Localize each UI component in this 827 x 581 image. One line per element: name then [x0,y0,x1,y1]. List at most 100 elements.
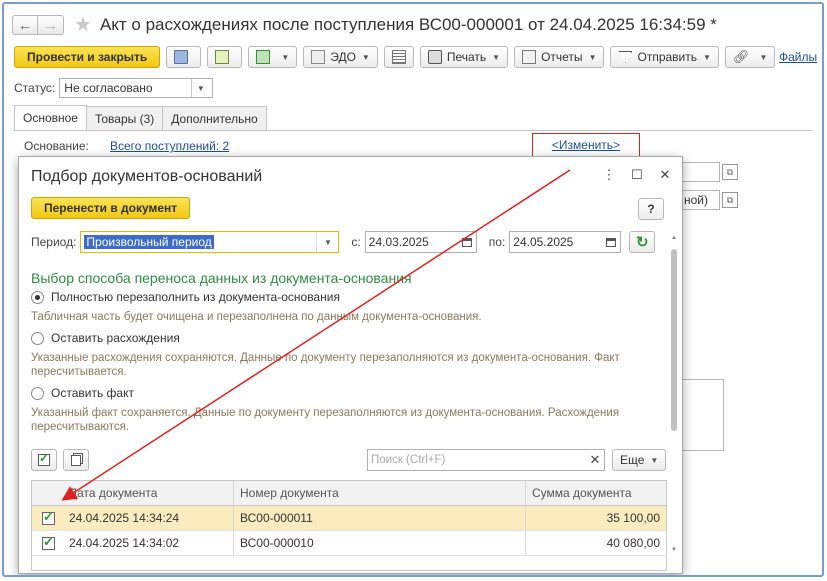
clear-search-icon[interactable]: ✕ [586,452,604,468]
tab-goods[interactable]: Товары (3) [85,106,164,130]
transfer-to-document-button[interactable]: Перенести в документ [31,197,191,219]
create-based-button[interactable] [207,46,243,68]
uncheck-all-button[interactable] [63,449,89,471]
header-date[interactable]: Дата документа [65,486,233,500]
chevron-down-icon: ▼ [492,52,501,62]
calendar-icon[interactable] [458,233,476,251]
option-keep-diff-hint: Указанные расхождения сохраняются. Данны… [31,352,620,378]
table-row[interactable]: 24.04.2025 14:34:24 ВС00-000011 35 100,0… [32,506,666,531]
search-placeholder: Поиск (Ctrl+F) [371,454,446,466]
select-basis-dialog: Подбор документов-оснований ⋮ ☐ ✕ Перене… [18,156,683,574]
create-based-on-icon [256,50,271,64]
bg-field-2-text: ной) [684,193,708,207]
scroll-thumb[interactable] [671,249,677,431]
print-button[interactable]: Печать ▼ [419,46,509,68]
send-icon [618,51,633,63]
to-label: по: [488,235,506,249]
edo-icon [311,50,326,64]
open-icon[interactable]: ⧉ [722,192,738,208]
printer-icon [427,50,442,64]
option-keep-diff[interactable]: Оставить расхождения [31,331,180,345]
arrow-left-icon: ← [18,17,32,33]
row-checkbox[interactable] [42,534,55,550]
more-button[interactable]: Еще ▼ [612,449,667,471]
table-empty-area [32,556,666,570]
forward-button[interactable]: → [38,15,64,35]
structure-button[interactable] [383,46,414,68]
status-label: Статус: [14,81,56,95]
app-frame: ← → ★ Акт о расхождениях после поступлен… [2,2,824,577]
option-keep-diff-label: Оставить расхождения [51,331,180,345]
from-date-field[interactable]: 24.03.2025 [364,231,477,253]
table-row[interactable]: 24.04.2025 14:34:02 ВС00-000010 40 080,0… [32,531,666,556]
to-date-value: 24.05.2025 [513,235,574,249]
scroll-up-icon[interactable]: ▲ [670,235,678,241]
header-number[interactable]: Номер документа [233,481,525,505]
more-label: Еще [620,453,645,467]
tab-additional[interactable]: Дополнительно [162,106,267,130]
period-row: Период: Произвольный период ▼ с: 24.03.2… [31,231,656,253]
check-all-icon [38,451,50,466]
favorite-star-icon[interactable]: ★ [74,15,92,35]
status-row: Статус: Не согласовано ▼ [14,78,214,98]
basis-row: Основание: Всего поступлений: 2 [24,139,229,153]
status-value: Не согласовано [64,81,153,95]
title-bar: ← → ★ Акт о расхождениях после поступлен… [12,12,792,38]
row-number: ВС00-000010 [233,531,525,555]
help-button[interactable]: ? [638,198,664,220]
from-label: с: [351,235,361,249]
period-select[interactable]: Произвольный период ▼ [80,231,340,253]
send-label: Отправить [637,50,697,64]
edo-button[interactable]: ЭДО ▼ [303,46,378,68]
open-icon[interactable]: ⧉ [722,164,738,180]
check-all-button[interactable] [31,449,57,471]
dialog-title: Подбор документов-оснований [31,168,263,185]
change-link[interactable]: <Изменить> [552,138,620,152]
chevron-down-icon[interactable]: ▼ [316,232,338,252]
save-icon [174,50,189,64]
dialog-scrollbar[interactable]: ▲ ▼ [670,235,678,565]
send-button[interactable]: Отправить ▼ [610,46,719,68]
files-link[interactable]: Файлы [779,50,817,64]
bg-field-2[interactable]: ной) [680,190,720,210]
chevron-down-icon: ▼ [588,52,597,62]
radio-refill[interactable] [31,290,44,304]
tab-divider [14,130,812,131]
option-keep-fact[interactable]: Оставить факт [31,386,134,400]
attachments-button[interactable]: 🔗︎ ▼ [724,46,776,68]
radio-keep-fact[interactable] [31,386,44,400]
back-button[interactable]: ← [12,15,38,35]
radio-keep-diff[interactable] [31,331,44,345]
chevron-down-icon[interactable]: ▼ [191,79,209,97]
status-select[interactable]: Не согласовано ▼ [59,78,214,98]
close-icon[interactable]: ✕ [657,167,673,183]
to-date-field[interactable]: 24.05.2025 [509,231,622,253]
tab-main[interactable]: Основное [14,105,87,130]
post-and-close-button[interactable]: Провести и закрыть [14,46,161,68]
header-sum[interactable]: Сумма документа [525,481,666,505]
reports-button[interactable]: Отчеты ▼ [514,46,605,68]
change-highlight: <Изменить> [532,133,640,157]
bg-comment-field[interactable] [680,379,724,451]
chevron-down-icon: ▼ [281,52,290,62]
arrow-right-icon: → [43,17,58,33]
search-input[interactable]: Поиск (Ctrl+F) ✕ [367,449,605,471]
row-date: 24.04.2025 14:34:02 [69,536,180,550]
option-refill-label: Полностью перезаполнить из документа-осн… [51,290,340,304]
option-refill[interactable]: Полностью перезаполнить из документа-осн… [31,290,340,304]
generate-button[interactable]: ▼ [248,46,298,68]
main-toolbar: Провести и закрыть ▼ ЭДО ▼ Печать ▼ Отчеты… [14,45,776,69]
chevron-down-icon: ▼ [361,52,370,62]
maximize-icon[interactable]: ☐ [629,167,645,183]
more-vertical-icon[interactable]: ⋮ [601,167,617,183]
document-arrow-icon [215,50,230,64]
chevron-down-icon: ▼ [759,52,768,62]
basis-label: Основание: [24,139,89,153]
refresh-button[interactable]: ↻ [629,231,656,253]
row-checkbox[interactable] [42,509,55,525]
basis-link[interactable]: Всего поступлений: 2 [110,139,229,153]
scroll-down-icon[interactable]: ▼ [670,547,678,553]
bg-field-1[interactable] [680,162,720,182]
save-button[interactable] [166,46,202,68]
calendar-icon[interactable] [602,233,620,251]
